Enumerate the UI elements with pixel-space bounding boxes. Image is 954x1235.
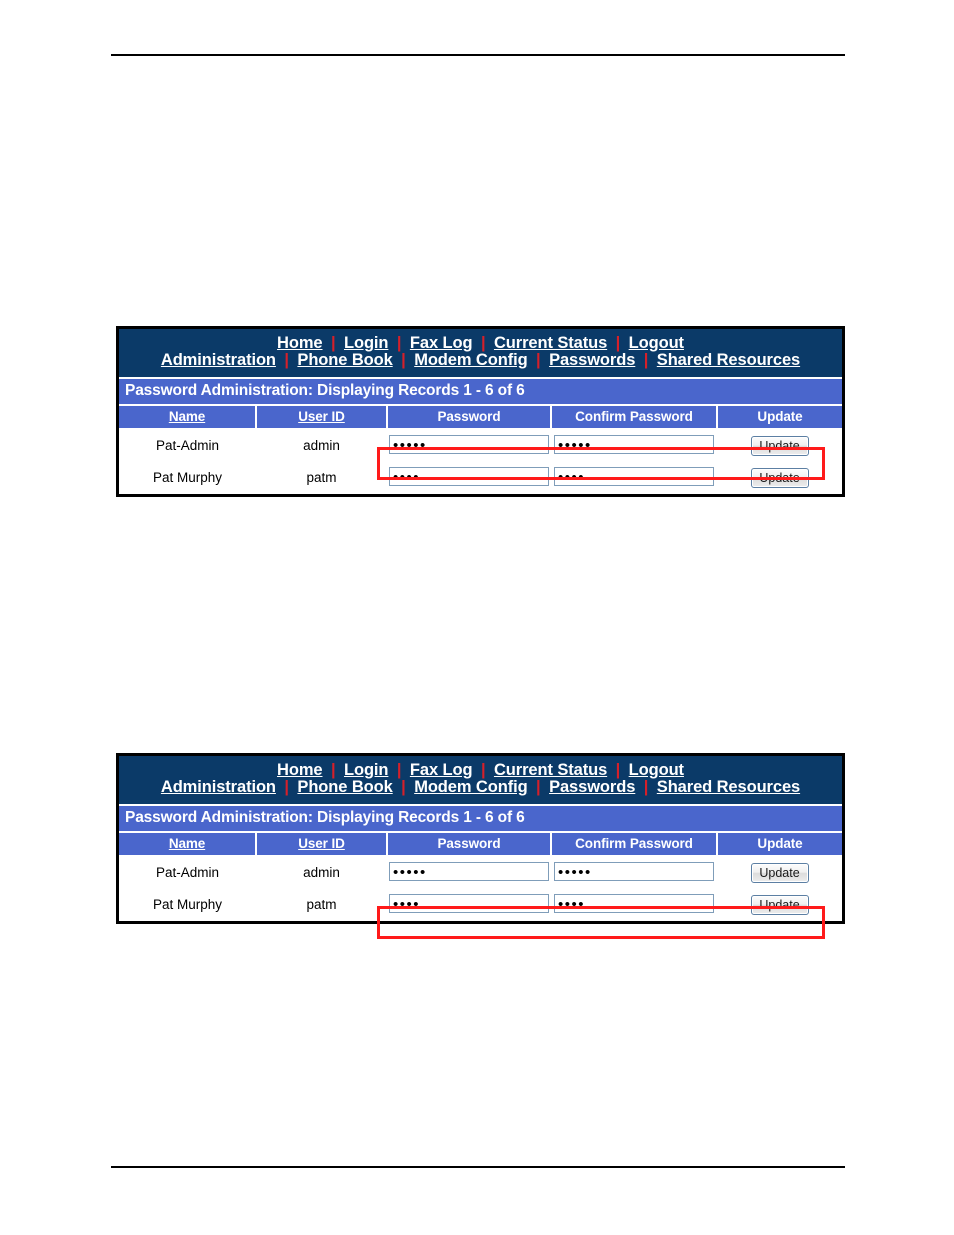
nav-separator-icon: |: [284, 351, 289, 370]
table-header-row: Name User ID Password Confirm Password U…: [119, 830, 842, 857]
update-button[interactable]: Update: [750, 435, 809, 456]
nav-row-secondary-1: Administration | Phone Book | Modem Conf…: [119, 352, 842, 369]
nav-bar-2: Home | Login | Fax Log | Current Status …: [119, 756, 842, 804]
cell-update: Update: [717, 855, 842, 889]
table-row: Pat-Admin admin ••••• ••••• Update: [119, 428, 842, 462]
nav-login[interactable]: Login: [343, 334, 389, 352]
cell-password: •••••: [387, 428, 551, 462]
password-table-1: Name User ID Password Confirm Password U…: [119, 403, 842, 494]
nav-home[interactable]: Home: [276, 334, 323, 352]
nav-separator-icon: |: [615, 761, 621, 779]
password-input[interactable]: ••••: [389, 466, 549, 486]
table-header-row: Name User ID Password Confirm Password U…: [119, 403, 842, 430]
nav-login[interactable]: Login: [343, 761, 389, 779]
update-button[interactable]: Update: [750, 467, 809, 488]
nav-separator-icon: |: [396, 334, 402, 352]
nav-bar-1: Home | Login | Fax Log | Current Status …: [119, 329, 842, 377]
cell-confirm-password: ••••: [551, 888, 717, 921]
cell-name: Pat-Admin: [119, 428, 256, 462]
table-row: Pat Murphy patm •••• •••• Update: [119, 888, 842, 921]
nav-separator-icon: |: [536, 351, 541, 370]
nav-passwords[interactable]: Passwords: [548, 778, 636, 796]
cell-password: ••••: [387, 888, 551, 921]
page-bottom-rule: [111, 1166, 845, 1168]
cell-name: Pat Murphy: [119, 461, 256, 494]
screenshot-panel-1: Home | Login | Fax Log | Current Status …: [116, 326, 845, 497]
confirm-password-input[interactable]: •••••: [554, 434, 714, 454]
nav-separator-icon: |: [480, 761, 486, 779]
column-header-update: Update: [716, 403, 842, 430]
screenshot-panel-2: Home | Login | Fax Log | Current Status …: [116, 753, 845, 924]
nav-administration[interactable]: Administration: [160, 351, 277, 369]
nav-shared-resources[interactable]: Shared Resources: [656, 778, 801, 796]
nav-separator-icon: |: [643, 351, 649, 370]
column-header-confirm-password: Confirm Password: [550, 830, 718, 857]
nav-row-primary-1: Home | Login | Fax Log | Current Status …: [119, 334, 842, 352]
nav-current-status[interactable]: Current Status: [493, 334, 608, 352]
cell-confirm-password: ••••: [551, 461, 717, 494]
update-button[interactable]: Update: [750, 862, 809, 883]
column-header-confirm-password: Confirm Password: [550, 403, 718, 430]
nav-separator-icon: |: [330, 761, 336, 779]
nav-phone-book[interactable]: Phone Book: [296, 778, 393, 796]
nav-separator-icon: |: [401, 778, 406, 797]
nav-modem-config[interactable]: Modem Config: [413, 351, 528, 369]
password-input[interactable]: •••••: [389, 861, 549, 881]
confirm-password-input[interactable]: •••••: [554, 861, 714, 881]
cell-confirm-password: •••••: [551, 855, 717, 889]
nav-row-secondary-2: Administration | Phone Book | Modem Conf…: [119, 779, 842, 796]
confirm-password-input[interactable]: ••••: [554, 893, 714, 913]
confirm-password-input[interactable]: ••••: [554, 466, 714, 486]
page-title: Password Administration: Displaying Reco…: [119, 803, 842, 831]
column-header-name[interactable]: Name: [119, 830, 257, 857]
nav-separator-icon: |: [536, 778, 541, 797]
nav-passwords[interactable]: Passwords: [548, 351, 636, 369]
nav-separator-icon: |: [284, 778, 289, 797]
nav-separator-icon: |: [401, 351, 406, 370]
nav-separator-icon: |: [480, 334, 486, 352]
nav-logout[interactable]: Logout: [628, 334, 685, 352]
nav-fax-log[interactable]: Fax Log: [409, 761, 474, 779]
nav-logout[interactable]: Logout: [628, 761, 685, 779]
table-row: Pat Murphy patm •••• •••• Update: [119, 461, 842, 494]
nav-phone-book[interactable]: Phone Book: [296, 351, 393, 369]
cell-password: ••••: [387, 461, 551, 494]
cell-user-id: patm: [256, 888, 387, 921]
cell-name: Pat-Admin: [119, 855, 256, 889]
password-table-2: Name User ID Password Confirm Password U…: [119, 830, 842, 921]
nav-home[interactable]: Home: [276, 761, 323, 779]
cell-user-id: admin: [256, 428, 387, 462]
column-header-update: Update: [716, 830, 842, 857]
nav-separator-icon: |: [615, 334, 621, 352]
column-header-user-id[interactable]: User ID: [255, 403, 388, 430]
cell-confirm-password: •••••: [551, 428, 717, 462]
page-title: Password Administration: Displaying Reco…: [119, 376, 842, 404]
column-header-user-id[interactable]: User ID: [255, 830, 388, 857]
cell-user-id: patm: [256, 461, 387, 494]
nav-fax-log[interactable]: Fax Log: [409, 334, 474, 352]
nav-modem-config[interactable]: Modem Config: [413, 778, 528, 796]
nav-separator-icon: |: [643, 778, 649, 797]
cell-name: Pat Murphy: [119, 888, 256, 921]
nav-shared-resources[interactable]: Shared Resources: [656, 351, 801, 369]
nav-separator-icon: |: [396, 761, 402, 779]
cell-password: •••••: [387, 855, 551, 889]
nav-separator-icon: |: [330, 334, 336, 352]
table-row: Pat-Admin admin ••••• ••••• Update: [119, 855, 842, 889]
nav-current-status[interactable]: Current Status: [493, 761, 608, 779]
column-header-password: Password: [386, 403, 552, 430]
cell-update: Update: [717, 461, 842, 494]
column-header-password: Password: [386, 830, 552, 857]
cell-user-id: admin: [256, 855, 387, 889]
cell-update: Update: [717, 428, 842, 462]
page-top-rule: [111, 54, 845, 56]
nav-administration[interactable]: Administration: [160, 778, 277, 796]
cell-update: Update: [717, 888, 842, 921]
password-input[interactable]: ••••: [389, 893, 549, 913]
nav-row-primary-2: Home | Login | Fax Log | Current Status …: [119, 761, 842, 779]
update-button[interactable]: Update: [750, 894, 809, 915]
password-input[interactable]: •••••: [389, 434, 549, 454]
column-header-name[interactable]: Name: [119, 403, 257, 430]
